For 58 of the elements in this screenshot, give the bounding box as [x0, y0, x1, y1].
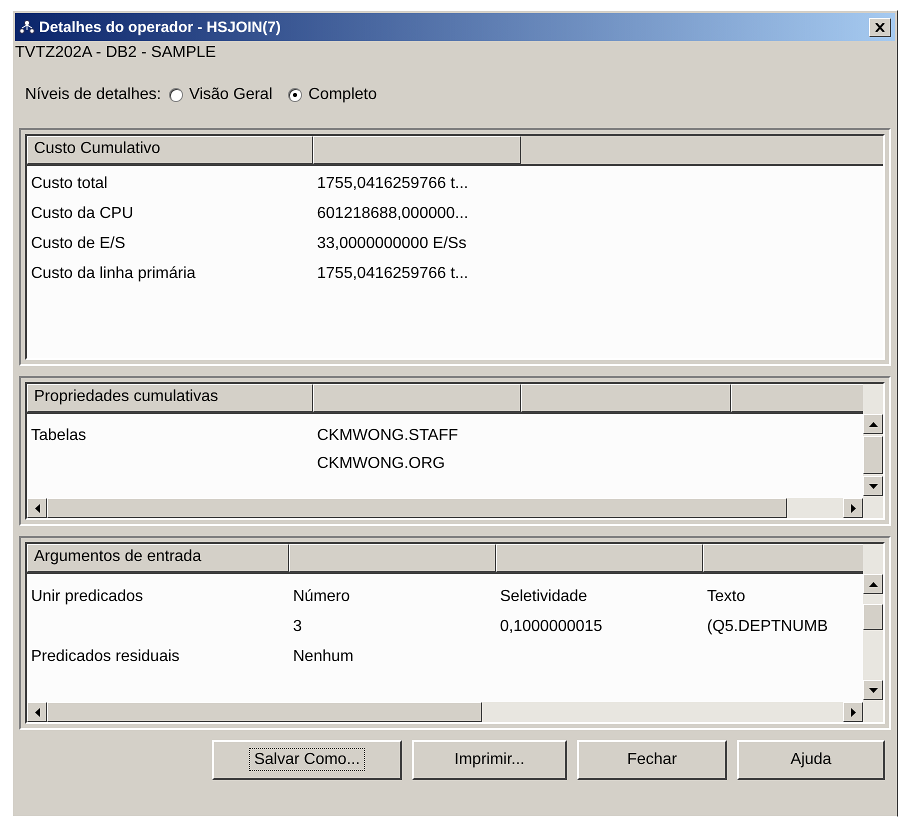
- table-cell-text: (Q5.DEPTNUMB: [706, 618, 829, 636]
- down-arrow-icon[interactable]: [868, 484, 878, 488]
- table-cell-text: Custo da linha primária: [30, 265, 197, 283]
- column-header[interactable]: Propriedades cumulativas: [27, 384, 313, 412]
- table-cell-text: Custo total: [30, 175, 108, 193]
- right-arrow-icon[interactable]: [850, 708, 856, 716]
- radio-button[interactable]: [288, 88, 302, 102]
- column-header[interactable]: [703, 544, 863, 572]
- left-arrow-icon[interactable]: [34, 708, 40, 716]
- table-cell-text: Seletividade: [499, 588, 588, 606]
- close-icon: [875, 22, 885, 32]
- column-header[interactable]: [496, 544, 703, 572]
- table-cell-text: 0,1000000015: [499, 618, 604, 636]
- left-arrow-icon[interactable]: [34, 504, 40, 512]
- table-cell-text: CKMWONG.STAFF: [316, 427, 460, 445]
- connection-label: TVTZ202A - DB2 - SAMPLE: [15, 43, 217, 63]
- radio-option[interactable]: Completo: [288, 86, 377, 104]
- detail-level-label: Níveis de detalhes:: [25, 86, 162, 104]
- radio-option[interactable]: Visão Geral: [169, 86, 272, 104]
- table-cell-text: Custo de E/S: [30, 235, 126, 253]
- scroll-thumb[interactable]: [47, 702, 482, 722]
- dialog-button[interactable]: Imprimir...: [412, 740, 567, 780]
- column-header[interactable]: [313, 384, 521, 412]
- column-header[interactable]: [313, 136, 521, 164]
- table-cell-text: Custo da CPU: [30, 205, 134, 223]
- table-cell-text: Número: [292, 588, 351, 606]
- right-arrow-icon[interactable]: [850, 504, 856, 512]
- scroll-thumb[interactable]: [863, 436, 883, 474]
- people-icon: [19, 19, 35, 35]
- dialog-button[interactable]: Fechar: [577, 740, 727, 780]
- column-header[interactable]: Argumentos de entrada: [27, 544, 289, 572]
- column-header[interactable]: [521, 384, 731, 412]
- table-cell-text: CKMWONG.ORG: [316, 455, 446, 473]
- table-cell-text: 1755,0416259766 t...: [316, 265, 470, 283]
- table-cell-text: Nenhum: [292, 648, 354, 666]
- horizontal-scrollbar[interactable]: [27, 702, 863, 722]
- close-button[interactable]: [869, 18, 891, 36]
- up-arrow-icon[interactable]: [868, 422, 878, 426]
- column-header[interactable]: [289, 544, 496, 572]
- window-title: Detalhes do operador - HSJOIN(7): [39, 18, 282, 36]
- table-cell-text: Unir predicados: [30, 588, 144, 606]
- dialog-button[interactable]: Salvar Como...: [212, 740, 402, 780]
- down-arrow-icon[interactable]: [868, 688, 878, 692]
- column-header[interactable]: Custo Cumulativo: [27, 136, 313, 164]
- table-cell-text: 601218688,000000...: [316, 205, 470, 223]
- scroll-thumb[interactable]: [863, 604, 883, 630]
- table-cell-text: Texto: [706, 588, 746, 606]
- table-cell-text: 1755,0416259766 t...: [316, 175, 470, 193]
- up-arrow-icon[interactable]: [868, 582, 878, 586]
- table-cell-text: 33,0000000000 E/Ss: [316, 235, 468, 253]
- dialog-button[interactable]: Ajuda: [737, 740, 885, 780]
- radio-button[interactable]: [169, 88, 184, 102]
- table-cell-text: Tabelas: [30, 427, 88, 445]
- vertical-scrollbar[interactable]: [863, 544, 883, 722]
- table-cell-text: 3: [292, 618, 303, 636]
- table-cell-text: Predicados residuais: [30, 648, 181, 666]
- column-header[interactable]: [731, 384, 863, 412]
- vertical-scrollbar[interactable]: [863, 384, 883, 518]
